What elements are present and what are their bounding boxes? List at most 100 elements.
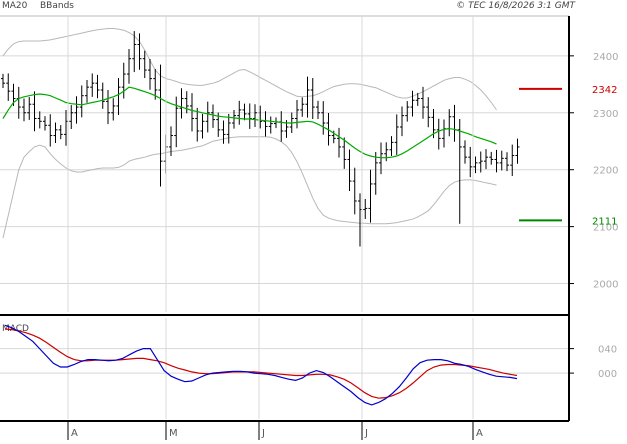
price-bar [64,109,68,146]
price-bar [499,150,504,171]
price-bar [85,80,89,103]
price-bar [226,113,231,144]
price-bar [53,122,58,143]
price-bar [494,149,499,173]
price-bar [253,104,257,127]
price-bar [384,142,389,162]
price-bar [457,119,462,224]
x-tick-label: J [364,428,368,439]
price-bar [442,119,446,148]
price-bar [48,114,53,147]
legend-ma20: MA20 [2,1,28,11]
copyright-text: © TEC 16/8/2026 3:1 GMT [456,1,576,11]
price-bar [268,116,273,134]
x-tick-label: A [476,428,483,439]
price-gridlines [0,55,569,285]
price-bar [352,167,357,215]
price-bar [463,140,467,164]
price-bar [179,88,184,119]
price-bar [137,33,142,70]
price-tick-label: 2300 [593,109,618,120]
price-bar [174,96,179,148]
price-level-label: 2342 [592,85,617,96]
price-bar [69,105,74,129]
price-bar [200,113,205,139]
bbands-upper-line [2,28,497,111]
x-axis: AMJJA [67,421,483,440]
price-bar [484,149,488,170]
price-bar [221,120,226,144]
price-bar [242,103,247,121]
price-bar [337,127,341,158]
price-bar [436,118,441,150]
price-bar [316,100,320,120]
macd-tick-label: 040 [598,345,617,356]
price-bar [184,91,189,114]
price-bar [279,111,284,142]
price-bar [473,156,478,174]
macd-axis-ticks: 040 000 [569,345,617,380]
price-bar [43,116,47,131]
x-tick-label: A [71,428,78,439]
price-bar [1,73,5,88]
price-bar [263,111,268,137]
legend-bbands: BBands [40,1,74,11]
price-bar [211,104,215,128]
price-bar [95,74,100,99]
price-bar [400,106,404,137]
price-bar [363,198,368,219]
price-bar [421,86,425,119]
price-bar [373,151,378,195]
price-level-label: 2111 [592,216,617,227]
price-bar [121,62,126,99]
price-bar [74,96,79,124]
price-bar [452,104,457,142]
price-bar [32,91,37,132]
price-bar [321,101,326,135]
price-bar [300,97,305,117]
stock-chart: MA20 BBands © TEC 16/8/2026 3:1 GMT 2000… [0,0,627,440]
price-bar [274,117,278,129]
price-panel: 20002100220023002400 23422111 [0,15,618,291]
chart-svg: MA20 BBands © TEC 16/8/2026 3:1 GMT 2000… [0,1,618,440]
price-bar [295,99,299,129]
bbands-lower-line [2,136,497,239]
header: MA20 BBands © TEC 16/8/2026 3:1 GMT [2,1,577,11]
price-bar [468,146,473,178]
price-bar [58,125,63,140]
price-bar [342,137,347,169]
price-bar [190,93,194,132]
price-bar [116,78,121,115]
price-bar [16,86,21,119]
price-tick-label: 2200 [593,166,618,177]
price-bar [368,169,373,223]
macd-signal-line [4,328,518,399]
macd-gridlines [0,16,569,419]
price-bar [158,64,163,187]
x-tick-label: M [169,428,178,439]
macd-tick-label: 000 [598,369,617,380]
price-bar [6,73,11,101]
price-bar [127,48,131,84]
x-tick-label: J [261,428,265,439]
price-bar [347,149,352,191]
price-bar [394,114,399,155]
price-bar [358,193,362,247]
price-bars [1,31,520,247]
price-bar [247,103,252,129]
price-tick-label: 2000 [593,280,618,291]
price-bar [205,101,210,133]
price-bar [505,152,509,172]
price-bar [142,50,147,79]
price-bar [389,136,394,156]
price-bar [515,138,520,164]
price-bar [489,151,494,165]
price-bar [90,73,95,97]
price-bar [111,98,116,121]
price-bar [106,90,110,125]
price-bar [305,76,310,118]
price-bar [510,144,515,177]
price-bar [405,101,410,122]
price-bar [37,111,42,129]
price-bar [100,82,105,109]
